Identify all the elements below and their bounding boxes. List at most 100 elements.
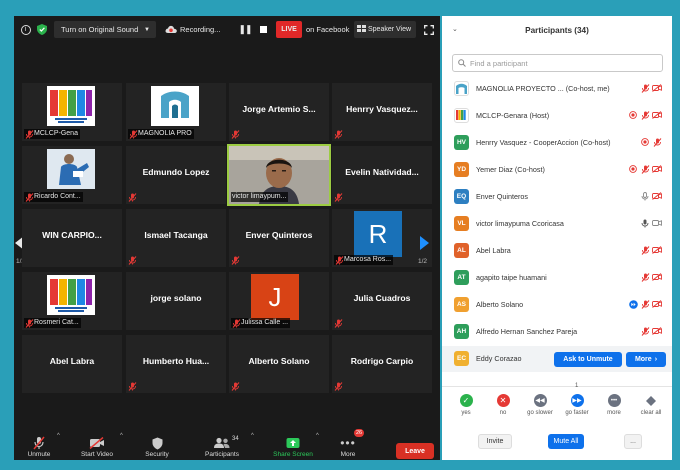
chevron-down-icon[interactable]: ▼ [144, 27, 150, 33]
participants-label: Participants [205, 451, 239, 458]
video-tile[interactable]: Evelin Natividad... [332, 146, 432, 204]
video-tile[interactable]: Ismael Tacanga [126, 209, 226, 267]
video-tile[interactable]: Enver Quinteros [229, 209, 329, 267]
video-tile[interactable]: jorge solano [126, 272, 226, 330]
participant-row[interactable]: AL Abel Labra [442, 238, 672, 264]
reaction-more[interactable]: ••• more [597, 394, 631, 416]
microphone-icon[interactable] [640, 191, 650, 201]
video-options-chevron-icon[interactable]: ^ [120, 433, 123, 439]
video-off-icon[interactable] [652, 299, 662, 309]
video-off-icon[interactable] [652, 191, 662, 201]
video-tile[interactable]: J Julissa Calle ... [229, 272, 329, 330]
speaker-view-button[interactable]: Speaker View [354, 21, 416, 38]
meeting-info-icon[interactable]: i [19, 21, 32, 38]
video-tile[interactable]: Abel Labra [22, 335, 122, 393]
share-options-chevron-icon[interactable]: ^ [316, 433, 319, 439]
participant-row[interactable]: AS Alberto Solano [442, 292, 672, 318]
zoom-meeting-window: i Turn on Original Sound ▼ Recording... … [14, 16, 440, 460]
next-page-arrow-icon[interactable] [419, 236, 429, 250]
video-off-icon [89, 435, 105, 451]
audio-options-chevron-icon[interactable]: ^ [57, 433, 60, 439]
video-tile[interactable]: Alberto Solano [229, 335, 329, 393]
original-sound-button[interactable]: Turn on Original Sound ▼ [54, 21, 156, 38]
video-tile[interactable]: MAGNOLIA PRO [126, 83, 226, 141]
security-button[interactable]: Security [140, 430, 174, 458]
participants-options-chevron-icon[interactable]: ^ [251, 433, 254, 439]
muted-mic-icon[interactable] [640, 326, 650, 336]
recording-status-text: Recording... [180, 25, 221, 34]
participants-count: 34 [232, 436, 239, 442]
participant-row[interactable]: HV Henrry Vasquez - CooperAccion (Co-hos… [442, 130, 672, 156]
participant-row[interactable]: MAGNOLIA PROYECTO ... (Co-host, me) [442, 76, 672, 102]
active-speaker-tile[interactable]: victor limaypum... [227, 144, 331, 206]
muted-mic-icon[interactable] [640, 110, 650, 120]
participant-row[interactable]: MCLCP-Genara (Host) [442, 103, 672, 129]
participant-search[interactable] [452, 54, 663, 72]
reaction-go-slower[interactable]: ◀◀ go slower [523, 394, 557, 416]
invite-button[interactable]: Invite [478, 434, 512, 449]
muted-mic-icon[interactable] [652, 137, 662, 147]
video-tile[interactable]: Ricardo Cont... [22, 146, 122, 204]
muted-mic-icon[interactable] [640, 272, 650, 282]
microphone-active-icon[interactable] [640, 218, 650, 228]
video-tile[interactable]: Humberto Hua... [126, 335, 226, 393]
live-badge[interactable]: LIVE [276, 21, 302, 38]
participant-name: Rodrigo Carpio [350, 356, 414, 366]
divider [442, 386, 672, 387]
muted-mic-icon [128, 256, 137, 265]
video-tile[interactable]: MCLCP-Gena [22, 83, 122, 141]
participant-name: agapito taipe huamani [476, 273, 547, 282]
leave-meeting-button[interactable]: Leave [396, 443, 434, 459]
search-input[interactable] [470, 58, 650, 68]
reaction-yes[interactable]: ✓ yes [449, 394, 483, 416]
participants-button[interactable]: 34 Participants [200, 430, 244, 458]
participant-more-button[interactable]: More › [626, 352, 666, 367]
more-dots-icon: ••• [340, 436, 356, 450]
video-off-icon[interactable] [652, 110, 662, 120]
participant-row[interactable]: VL victor limaypuma Ccoricasa [442, 211, 672, 237]
reaction-clear-all[interactable]: clear all [634, 394, 668, 416]
video-tile[interactable]: R Marcosa Ros... [332, 209, 432, 267]
video-off-icon[interactable] [652, 326, 662, 336]
video-tile[interactable]: WIN CARPIO... [22, 209, 122, 267]
video-off-icon[interactable] [652, 272, 662, 282]
unmute-button[interactable]: Unmute [22, 430, 56, 458]
encryption-shield-icon[interactable] [35, 21, 48, 38]
mute-all-button[interactable]: Mute All [548, 434, 584, 449]
profile-image [47, 149, 95, 189]
video-tile[interactable]: Rosmeri Cat... [22, 272, 122, 330]
avatar: VL [454, 216, 469, 231]
chevron-down-icon[interactable]: ⌄ [452, 25, 458, 33]
participant-row[interactable]: YD Yemer Diaz (Co-host) [442, 157, 672, 183]
muted-mic-icon[interactable] [640, 83, 650, 93]
stop-recording-icon[interactable] [258, 21, 268, 38]
participant-row[interactable]: AT agapito taipe huamani [442, 265, 672, 291]
muted-microphone-icon [33, 435, 45, 451]
video-tile[interactable]: Jorge Artemio S... [229, 83, 329, 141]
video-tile[interactable]: Henrry Vasquez... [332, 83, 432, 141]
reaction-no[interactable]: ✕ no [486, 394, 520, 416]
participant-row[interactable]: EQ Enver Quinteros [442, 184, 672, 210]
muted-mic-icon[interactable] [640, 299, 650, 309]
participant-name: Alfredo Hernan Sanchez Pareja [476, 327, 578, 336]
start-video-button[interactable]: Start Video [76, 430, 118, 458]
video-tile[interactable]: Julia Cuadros [332, 272, 432, 330]
video-tile[interactable]: Edmundo Lopez [126, 146, 226, 204]
video-tile[interactable]: Rodrigo Carpio [332, 335, 432, 393]
fullscreen-icon[interactable] [422, 21, 436, 38]
video-off-icon[interactable] [652, 245, 662, 255]
share-screen-button[interactable]: Share Screen [270, 430, 316, 458]
muted-mic-icon[interactable] [640, 164, 650, 174]
more-options-button[interactable]: ... [624, 434, 642, 449]
video-off-icon[interactable] [652, 83, 662, 93]
ask-to-unmute-button[interactable]: Ask to Unmute [554, 352, 622, 367]
muted-mic-icon[interactable] [640, 245, 650, 255]
pause-recording-icon[interactable]: ❚❚ [238, 21, 252, 38]
reaction-go-faster[interactable]: ▶▶ go faster [560, 394, 594, 416]
video-off-icon[interactable] [652, 164, 662, 174]
participant-row[interactable]: AH Alfredo Hernan Sanchez Pareja [442, 319, 672, 345]
participant-row-hovered[interactable]: EC Eddy Corazao Ask to Unmute More › [442, 346, 672, 372]
video-camera-icon[interactable] [652, 218, 662, 228]
participant-name: MAGNOLIA PROYECTO ... (Co-host, me) [476, 84, 610, 93]
participant-name: Julia Cuadros [353, 293, 411, 303]
